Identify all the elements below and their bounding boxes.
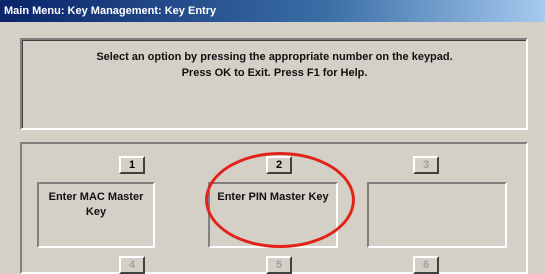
option-1-label: Enter MAC Master Key [48,191,144,218]
option-1-button[interactable]: 1 [119,156,145,174]
instruction-text: Select an option by pressing the appropr… [27,49,522,81]
window-title-bar: Main Menu: Key Management: Key Entry [0,0,545,22]
option-3-button[interactable]: 3 [413,156,439,174]
instruction-line-1: Select an option by pressing the appropr… [96,51,453,63]
instruction-panel: Select an option by pressing the appropr… [20,38,528,130]
instruction-line-2: Press OK to Exit. Press F1 for Help. [181,67,368,79]
options-panel: 1 2 3 Enter MAC Master Key Enter PIN Mas… [20,142,528,274]
option-4-button[interactable]: 4 [119,256,145,274]
option-2-button[interactable]: 2 [266,156,292,174]
option-2-label-box[interactable]: Enter PIN Master Key [208,182,338,248]
option-2-label: Enter PIN Master Key [217,191,329,203]
option-3-label-box[interactable] [367,182,507,248]
option-5-button[interactable]: 5 [266,256,292,274]
option-6-button[interactable]: 6 [413,256,439,274]
window-title: Main Menu: Key Management: Key Entry [4,5,217,17]
key-entry-window: Select an option by pressing the appropr… [0,22,545,274]
option-1-label-box[interactable]: Enter MAC Master Key [37,182,155,248]
